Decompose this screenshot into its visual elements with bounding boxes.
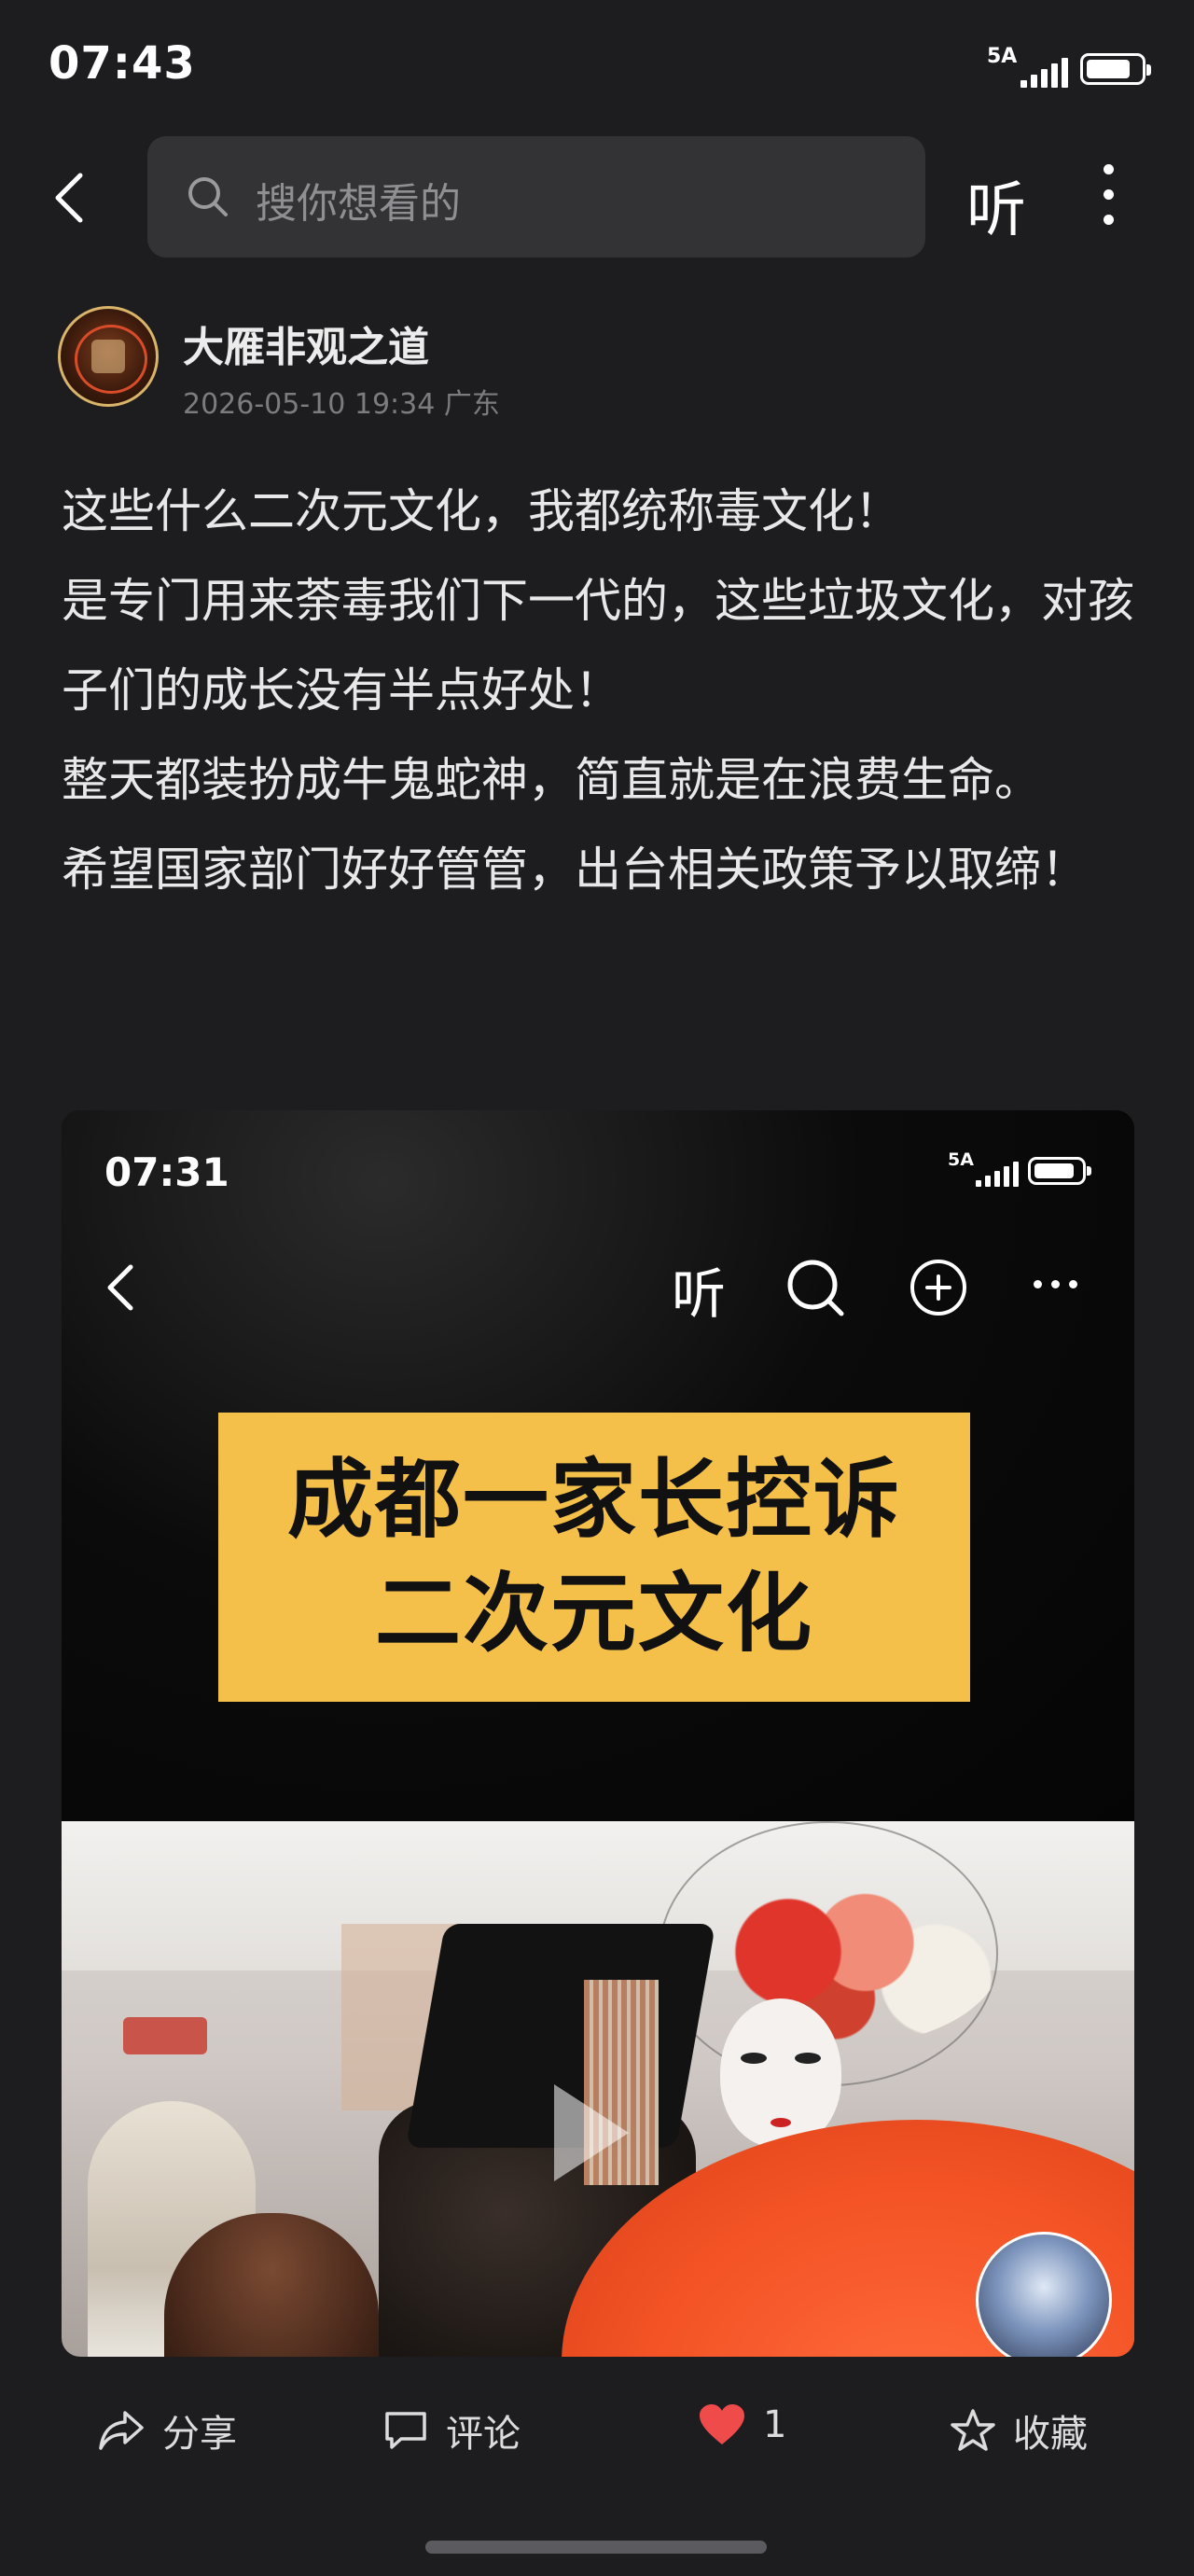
post-paragraph: 是专门用来荼毒我们下一代的，这些垃圾文化，对孩子们的成长没有半点好处！ [62, 574, 1134, 717]
embedded-battery-icon [1028, 1157, 1091, 1185]
listen-button[interactable]: 听 [966, 162, 1026, 248]
embedded-search-icon [787, 1260, 844, 1316]
creator-avatar [976, 2232, 1112, 2357]
more-menu-icon[interactable] [1090, 164, 1127, 233]
embedded-status-indicators: 5A [948, 1149, 1091, 1189]
back-arrow-icon[interactable] [45, 170, 101, 226]
favorite-button[interactable]: 收藏 [950, 2403, 1088, 2458]
battery-icon [1080, 53, 1151, 85]
action-bar: 分享 评论 1 收藏 [0, 2385, 1194, 2478]
status-bar: 07:43 5A [0, 0, 1194, 131]
comment-label: 评论 [446, 2413, 521, 2456]
heart-icon [700, 2404, 744, 2444]
search-icon [188, 177, 228, 216]
embedded-signal-icon: 5A [948, 1149, 1019, 1189]
status-time: 07:43 [49, 37, 196, 90]
embedded-more-icon [1034, 1280, 1077, 1288]
embedded-time: 07:31 [104, 1149, 229, 1195]
network-label: 5A [987, 45, 1018, 68]
author-avatar[interactable] [58, 306, 159, 407]
post-meta: 2026-05-10 19:34 广东 [183, 388, 500, 421]
post-paragraph: 希望国家部门好好管管，出台相关政策予以取缔！ [62, 842, 1088, 897]
embedded-back-icon [107, 1264, 133, 1311]
embedded-network-label: 5A [948, 1149, 974, 1170]
star-icon [951, 2409, 995, 2451]
like-button[interactable]: 1 [698, 2403, 786, 2446]
search-input[interactable]: 搜你想看的 [147, 136, 925, 258]
embedded-add-icon [910, 1260, 966, 1316]
signal-icon: 5A [987, 45, 1068, 90]
post-image[interactable]: 07:31 5A 听 成都一家长控诉 二次元文化 [62, 1110, 1134, 2357]
post-paragraph: 这些什么二次元文化，我都统称毒文化！ [62, 484, 901, 538]
favorite-label: 收藏 [1013, 2413, 1088, 2456]
embedded-listen-label: 听 [672, 1262, 727, 1326]
embedded-screenshot-top: 07:31 5A 听 成都一家长控诉 二次元文化 [62, 1110, 1134, 1821]
post-text: 这些什么二次元文化，我都统称毒文化！ 是专门用来荼毒我们下一代的，这些垃圾文化，… [62, 466, 1144, 914]
share-icon [99, 2411, 144, 2450]
post-paragraph: 整天都装扮成牛鬼蛇神，简直就是在浪费生命。 [62, 753, 1041, 807]
home-indicator[interactable] [425, 2541, 767, 2554]
share-button[interactable]: 分享 [97, 2403, 237, 2458]
top-nav: 搜你想看的 听 [0, 136, 1194, 259]
headline-line-2: 二次元文化 [374, 1564, 813, 1664]
headline-line-1: 成都一家长控诉 [286, 1450, 901, 1550]
cosplay-photo [62, 1821, 1134, 2357]
play-icon[interactable] [554, 2084, 629, 2181]
search-placeholder: 搜你想看的 [256, 180, 461, 228]
comment-button[interactable]: 评论 [382, 2403, 521, 2458]
share-label: 分享 [162, 2413, 237, 2456]
headline-banner: 成都一家长控诉 二次元文化 [218, 1413, 970, 1702]
comment-icon [385, 2412, 426, 2449]
status-indicators: 5A [987, 45, 1151, 90]
like-count: 1 [763, 2403, 787, 2446]
author-name[interactable]: 大雁非观之道 [183, 313, 429, 373]
